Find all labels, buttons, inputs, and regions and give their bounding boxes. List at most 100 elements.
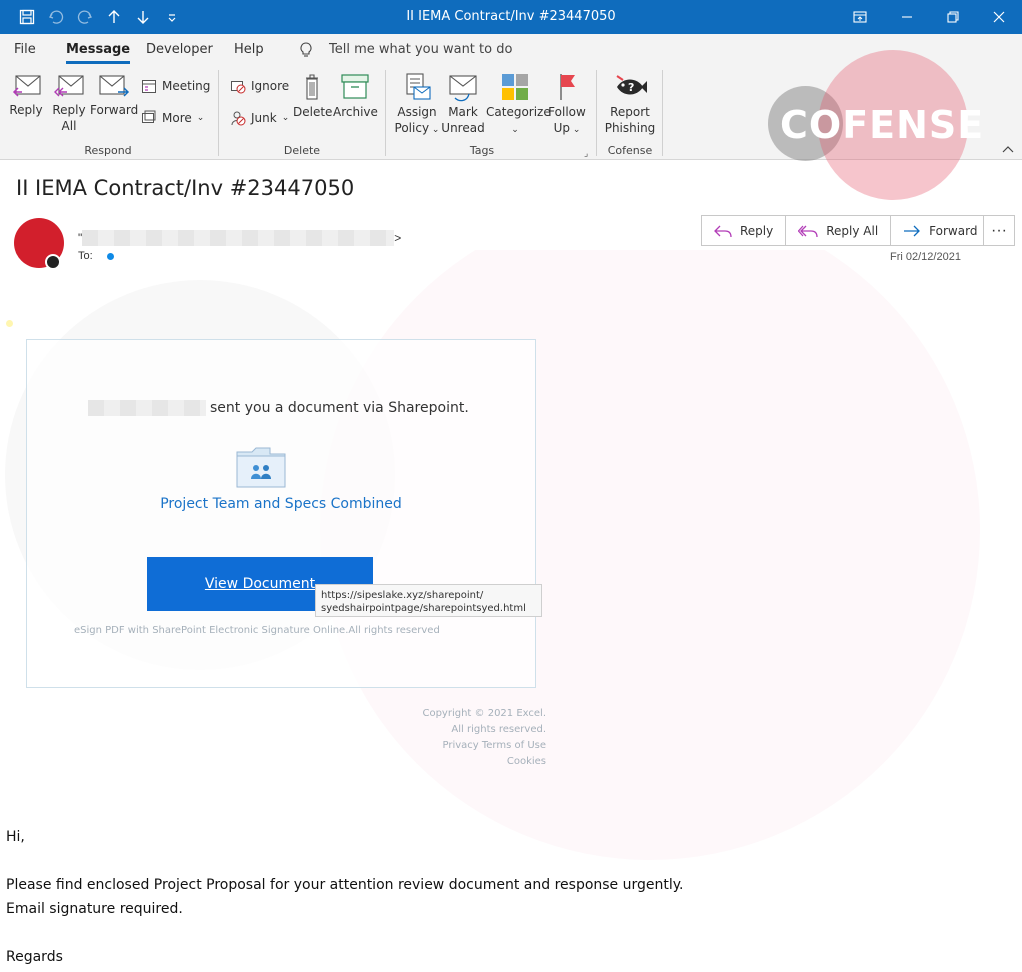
ignore-icon: [231, 81, 246, 94]
ribbon-separator: [596, 70, 597, 156]
close-icon[interactable]: [984, 6, 1014, 28]
sender-redacted: [82, 230, 395, 246]
reply-all-label-2: All: [61, 119, 77, 133]
reply-all-icon: [798, 225, 818, 237]
group-delete-label: Delete: [283, 144, 321, 157]
footer-rights: All rights reserved.: [451, 724, 546, 735]
tab-help[interactable]: Help: [234, 42, 264, 57]
sharer-redacted: [88, 400, 206, 416]
header-reply-all-label: Reply All: [826, 223, 879, 238]
title-bar: II IEMA Contract/Inv #23447050: [0, 0, 1022, 34]
message-actions: Reply Reply All Forward: [701, 215, 991, 246]
meeting-button[interactable]: Meeting: [141, 78, 210, 94]
tell-me-search[interactable]: Tell me what you want to do: [329, 42, 512, 57]
mark-unread-button[interactable]: Mark Unread: [440, 72, 486, 136]
header-reply-all-button[interactable]: Reply All: [786, 216, 892, 245]
cofense-logo: COFENSE: [768, 50, 983, 200]
follow-label-1: Follow: [548, 105, 586, 119]
follow-up-button[interactable]: Follow Up ⌄: [546, 72, 588, 138]
tab-message[interactable]: Message: [66, 42, 131, 64]
more-icon: [142, 110, 156, 123]
more-actions-button[interactable]: ···: [983, 215, 1015, 246]
report-phishing-button[interactable]: ? Report Phishing: [602, 72, 658, 136]
calendar-icon: [142, 80, 156, 93]
reply-all-label-1: Reply: [52, 103, 86, 117]
tab-file[interactable]: File: [14, 42, 36, 57]
reply-all-icon: [54, 75, 84, 97]
assign-policy-button[interactable]: Assign Policy ⌄: [393, 72, 441, 138]
reply-label: Reply: [9, 103, 43, 117]
tab-developer[interactable]: Developer: [146, 42, 213, 57]
message-subject: II IEMA Contract/Inv #23447050: [16, 176, 355, 200]
chevron-down-icon: ⌄: [281, 113, 290, 123]
ignore-label: Ignore: [251, 79, 290, 93]
dialog-launcher-icon[interactable]: ⌟: [584, 148, 588, 159]
reply-button[interactable]: Reply: [8, 72, 44, 118]
assign-policy-icon: [406, 73, 431, 100]
minimize-icon[interactable]: [892, 6, 922, 28]
footer-privacy-link[interactable]: Privacy Terms of Use: [442, 740, 546, 751]
header-reply-button[interactable]: Reply: [702, 216, 787, 245]
recipient-status-icon: [106, 252, 114, 260]
archive-icon: [341, 74, 369, 99]
reply-all-button[interactable]: Reply All: [50, 72, 88, 134]
categorize-button[interactable]: Categorize ⌄: [486, 72, 551, 138]
junk-button[interactable]: Junk ⌄: [230, 110, 289, 126]
delete-button[interactable]: Delete: [293, 72, 333, 120]
body-line-1: Please find enclosed Project Proposal fo…: [6, 877, 684, 893]
junk-icon: [231, 111, 246, 126]
assign-label-1: Assign: [397, 105, 437, 119]
ribbon-display-icon[interactable]: [845, 6, 875, 28]
header-forward-button[interactable]: Forward: [891, 216, 989, 245]
message-date: Fri 02/12/2021: [890, 251, 961, 263]
cursor-marker: [6, 320, 13, 327]
ribbon-separator: [218, 70, 219, 156]
chevron-down-icon: ⌄: [511, 125, 519, 135]
assign-label-2: Policy: [394, 121, 430, 135]
categorize-icon: [502, 74, 528, 100]
mark-unread-icon: [449, 75, 477, 102]
group-respond-label: Respond: [84, 144, 132, 157]
sender-line[interactable]: " >: [78, 230, 401, 246]
collapse-ribbon-icon[interactable]: [1002, 144, 1014, 157]
reply-icon: [12, 75, 41, 97]
forward-button[interactable]: Forward: [90, 72, 138, 118]
forward-icon: [904, 225, 921, 236]
tooltip-url-line-2: syedshairpointpage/sharepointsyed.html: [321, 603, 526, 614]
shared-folder-icon: [236, 447, 286, 488]
flag-icon: [560, 74, 575, 100]
document-link[interactable]: Project Team and Specs Combined: [26, 496, 536, 512]
archive-label: Archive: [333, 105, 378, 119]
esign-footer-text: eSign PDF with SharePoint Electronic Sig…: [74, 625, 440, 636]
footer-copyright: Copyright © 2021 Excel.: [422, 708, 546, 719]
forward-label: Forward: [90, 103, 139, 117]
footer-cookies-link[interactable]: Cookies: [507, 756, 546, 767]
more-label: More: [162, 111, 192, 125]
categorize-label: Categorize: [486, 105, 551, 119]
report-label-2: Phishing: [604, 121, 656, 135]
presence-status-icon: [45, 254, 61, 270]
group-cofense-label: Cofense: [607, 144, 653, 157]
mark-label-1: Mark: [448, 105, 478, 119]
ribbon-separator: [662, 70, 663, 156]
chevron-down-icon: ⌄: [429, 125, 440, 135]
trash-icon: [306, 74, 318, 100]
delete-label: Delete: [293, 105, 333, 119]
body-line-2: Email signature required.: [6, 901, 183, 917]
more-respond-button[interactable]: More ⌄: [141, 110, 204, 126]
recipient-line: To:: [78, 250, 114, 262]
follow-label-2: Up: [553, 121, 570, 135]
regards: Regards: [6, 949, 63, 965]
logo-text: COFENSE: [780, 103, 985, 147]
mark-label-2: Unread: [441, 121, 485, 135]
restore-icon[interactable]: [938, 6, 968, 28]
forward-icon: [99, 75, 130, 97]
ignore-button[interactable]: Ignore: [230, 78, 289, 94]
report-phishing-icon: ?: [616, 75, 647, 95]
meeting-label: Meeting: [162, 79, 211, 93]
greeting: Hi,: [6, 829, 25, 845]
archive-button[interactable]: Archive: [333, 72, 378, 120]
svg-text:?: ?: [628, 81, 634, 94]
header-forward-label: Forward: [929, 223, 978, 238]
chevron-down-icon: ⌄: [196, 113, 205, 123]
